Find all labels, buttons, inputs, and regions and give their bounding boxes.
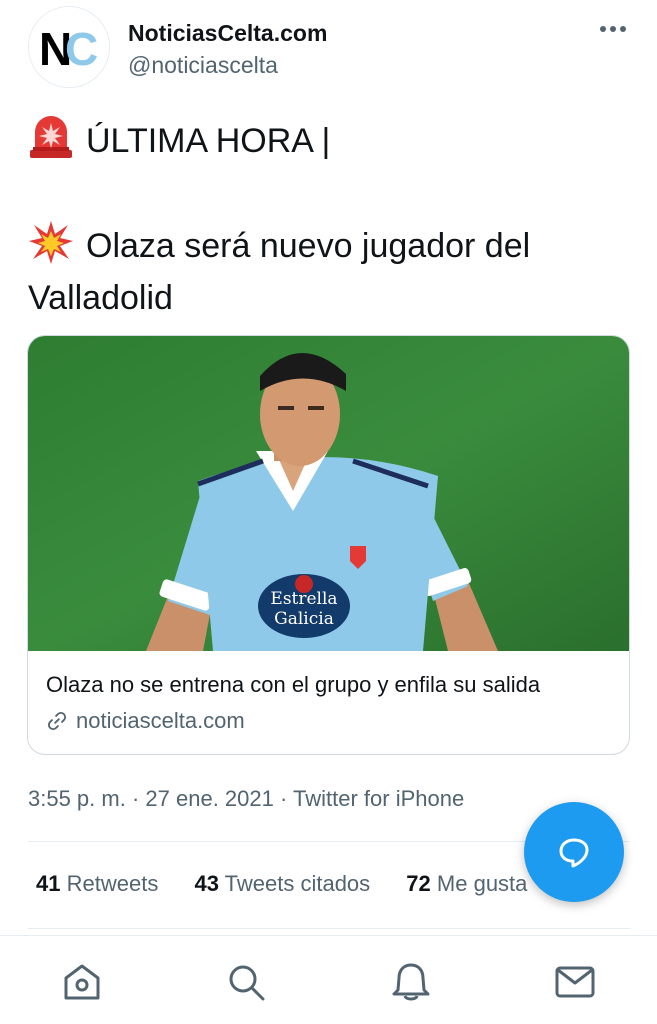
card-title[interactable]: Olaza no se entrena con el grupo y enfil… [46, 672, 540, 698]
reply-icon [559, 838, 589, 868]
likes-stat[interactable]: 72 Me gusta [406, 871, 527, 897]
card-url-text: noticiascelta.com [76, 708, 245, 733]
search-icon[interactable] [224, 960, 268, 1004]
divider [28, 928, 630, 929]
messages-icon[interactable] [553, 960, 597, 1004]
svg-text:Galicia: Galicia [274, 609, 334, 629]
tweet-meta: 3:55 p. m. · 27 ene. 2021 · Twitter for … [28, 786, 464, 812]
user-handle[interactable]: @noticiascelta [128, 52, 278, 79]
quote-tweets-stat[interactable]: 43 Tweets citados [194, 871, 370, 897]
avatar[interactable]: N C [28, 6, 110, 88]
tweet-text: ÚLTIMA HORA | Olaza será nuevo jugador d… [28, 114, 628, 324]
compose-reply-button[interactable] [524, 802, 624, 902]
tweet-line-1-text: ÚLTIMA HORA | [86, 122, 331, 160]
tweet-line-2-text: Olaza será nuevo jugador del [86, 227, 531, 265]
bottom-navigation [0, 935, 657, 1024]
svg-text:C: C [65, 23, 98, 75]
tweet-line-2: Olaza será nuevo jugador del [28, 219, 628, 272]
tweet-time: 3:55 p. m. [28, 786, 126, 811]
tweet-header: N C NoticiasCelta.com @noticiascelta [28, 6, 638, 90]
player-photo[interactable]: Estrella Galicia [28, 336, 630, 651]
link-card[interactable]: Estrella Galicia Olaza no se entrena con… [27, 335, 630, 755]
card-url[interactable]: noticiascelta.com [46, 708, 245, 734]
collision-icon [29, 221, 73, 264]
meta-separator: · [125, 786, 146, 811]
tweet-date: 27 ene. 2021 [145, 786, 274, 811]
noticias-celta-logo: N C [29, 7, 109, 87]
display-name[interactable]: NoticiasCelta.com [128, 20, 327, 47]
tweet-source[interactable]: Twitter for iPhone [293, 786, 464, 811]
more-options-icon[interactable] [598, 14, 628, 44]
rotating-light-icon [30, 116, 72, 158]
tweet-line-1: ÚLTIMA HORA | [28, 114, 628, 167]
link-icon [47, 711, 67, 731]
tweet-line-3: Valladolid [28, 279, 173, 317]
meta-separator: · [273, 786, 294, 811]
home-icon[interactable] [60, 960, 104, 1004]
notifications-icon[interactable] [389, 960, 433, 1004]
tweet-stats: 41 Retweets 43 Tweets citados 72 Me gust… [36, 871, 557, 897]
retweets-stat[interactable]: 41 Retweets [36, 871, 158, 897]
